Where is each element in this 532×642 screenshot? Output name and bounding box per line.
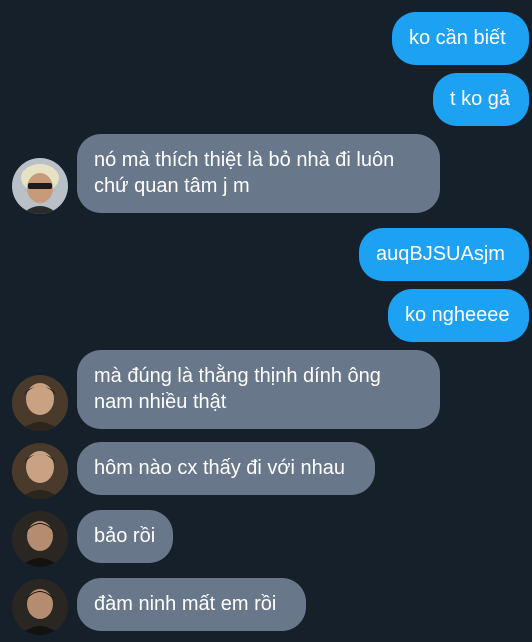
avatar-photo-blond-person-icon xyxy=(12,158,68,214)
outgoing-message-bubble[interactable]: ko ngheeee xyxy=(388,289,529,342)
outgoing-message-bubble[interactable]: ko cần biết xyxy=(392,12,529,65)
incoming-message-bubble[interactable]: đàm ninh mất em rồi xyxy=(77,578,306,631)
avatar-photo-person-icon xyxy=(12,375,68,431)
incoming-message-bubble[interactable]: nó mà thích thiệt là bỏ nhà đi luôn chứ … xyxy=(77,134,440,213)
outgoing-message-bubble[interactable]: auqBJSUAsjm xyxy=(359,228,529,281)
contact-avatar[interactable] xyxy=(12,158,68,214)
contact-avatar[interactable] xyxy=(12,579,68,635)
incoming-message-bubble[interactable]: hôm nào cx thấy đi với nhau xyxy=(77,442,375,495)
contact-avatar[interactable] xyxy=(12,443,68,499)
avatar-photo-dark-person-icon xyxy=(12,579,68,635)
avatar-photo-dark-person-icon xyxy=(12,511,68,567)
contact-avatar[interactable] xyxy=(12,375,68,431)
chat-thread: ko cần biết t ko gả nó mà thích thiệt là… xyxy=(0,0,532,642)
contact-avatar[interactable] xyxy=(12,511,68,567)
avatar-photo-person-icon xyxy=(12,443,68,499)
incoming-message-bubble[interactable]: mà đúng là thằng thịnh dính ông nam nhiề… xyxy=(77,350,440,429)
outgoing-message-bubble[interactable]: t ko gả xyxy=(433,73,529,126)
incoming-message-bubble[interactable]: bảo rồi xyxy=(77,510,173,563)
